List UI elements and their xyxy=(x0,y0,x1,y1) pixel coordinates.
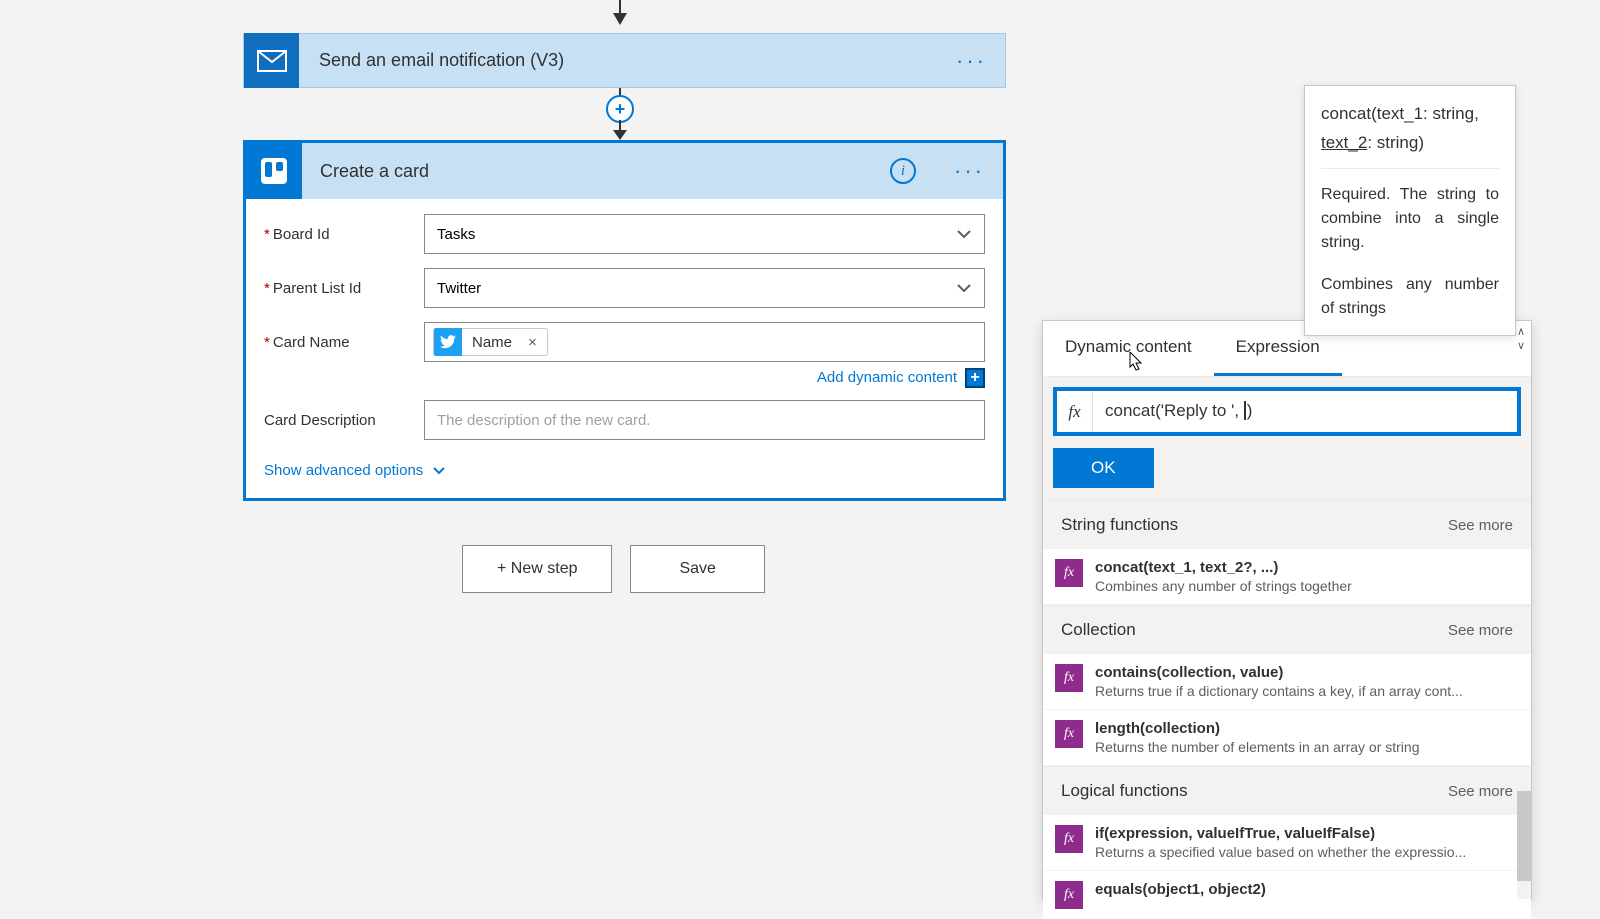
fx-badge-icon: fx xyxy=(1055,881,1083,909)
expression-input-row: fx concat('Reply to ', ) xyxy=(1053,387,1521,436)
create-card-form: *Board Id Tasks *Parent List Id Twitter … xyxy=(246,199,1003,498)
card-desc-label: Card Description xyxy=(264,412,424,429)
parent-list-select[interactable]: Twitter xyxy=(424,268,985,308)
ok-button[interactable]: OK xyxy=(1053,448,1154,488)
see-more-link[interactable]: See more xyxy=(1448,622,1513,639)
trello-icon xyxy=(246,143,302,199)
create-card-header[interactable]: Create a card i ··· xyxy=(246,143,1003,199)
add-dynamic-label: Add dynamic content xyxy=(817,369,957,386)
arrow-head-icon xyxy=(613,13,627,25)
arrow-head-icon xyxy=(613,130,627,140)
info-icon[interactable]: i xyxy=(890,158,916,184)
fx-badge-icon: fx xyxy=(1055,559,1083,587)
card-name-label: *Card Name xyxy=(264,334,424,351)
fx-badge-icon: fx xyxy=(1055,825,1083,853)
create-card-step: Create a card i ··· *Board Id Tasks *Par… xyxy=(243,140,1006,501)
token-remove-icon[interactable]: × xyxy=(522,334,543,351)
show-advanced-toggle[interactable]: Show advanced options xyxy=(264,454,985,483)
function-item[interactable]: fx length(collection)Returns the number … xyxy=(1043,710,1531,766)
tab-scroll-icons[interactable]: ∧∨ xyxy=(1517,325,1525,353)
token-label: Name xyxy=(462,334,522,351)
tooltip-required: Required. The string to combine into a s… xyxy=(1321,183,1499,255)
new-step-button[interactable]: + New step xyxy=(462,545,612,593)
tab-dynamic-content[interactable]: Dynamic content xyxy=(1043,321,1214,376)
card-name-input[interactable]: Name × xyxy=(424,322,985,362)
function-item[interactable]: fx contains(collection, value)Returns tr… xyxy=(1043,654,1531,710)
save-button[interactable]: Save xyxy=(630,545,764,593)
fx-badge-icon: fx xyxy=(1055,720,1083,748)
board-id-select[interactable]: Tasks xyxy=(424,214,985,254)
tooltip-signature: concat(text_1: string, text_2: string) xyxy=(1321,100,1499,169)
create-card-title: Create a card xyxy=(302,161,890,182)
email-step-card[interactable]: Send an email notification (V3) ··· xyxy=(243,33,1006,88)
add-dynamic-icon: + xyxy=(965,368,985,388)
email-step-title: Send an email notification (V3) xyxy=(299,50,938,71)
scrollbar-thumb[interactable] xyxy=(1517,791,1531,881)
parent-list-label: *Parent List Id xyxy=(264,280,424,297)
fx-badge-icon: fx xyxy=(1055,664,1083,692)
section-logical: Logical functions See more fx if(expressi… xyxy=(1043,766,1531,919)
chevron-down-icon xyxy=(956,229,972,239)
card-desc-input[interactable]: The description of the new card. xyxy=(424,400,985,440)
mail-icon xyxy=(244,33,299,88)
scrollbar[interactable] xyxy=(1517,791,1531,899)
section-title: Collection xyxy=(1061,620,1136,640)
function-item[interactable]: fx if(expression, valueIfTrue, valueIfFa… xyxy=(1043,815,1531,871)
section-string-functions: String functions See more fx concat(text_… xyxy=(1043,500,1531,605)
board-id-label: *Board Id xyxy=(264,226,424,243)
expression-input[interactable]: concat('Reply to ', ) xyxy=(1093,391,1517,432)
add-step-button[interactable]: + xyxy=(606,95,634,123)
expression-panel: Dynamic content Expression ∧∨ fx concat(… xyxy=(1042,320,1532,900)
section-title: Logical functions xyxy=(1061,781,1188,801)
create-card-more-icon[interactable]: ··· xyxy=(936,158,1003,184)
tooltip-description: Combines any number of strings xyxy=(1321,273,1499,321)
see-more-link[interactable]: See more xyxy=(1448,783,1513,800)
section-title: String functions xyxy=(1061,515,1178,535)
twitter-icon xyxy=(434,328,462,356)
add-dynamic-content[interactable]: Add dynamic content + xyxy=(264,368,985,388)
expression-tooltip: concat(text_1: string, text_2: string) R… xyxy=(1304,85,1516,336)
chevron-down-icon xyxy=(432,466,446,475)
section-collection: Collection See more fx contains(collectio… xyxy=(1043,605,1531,766)
function-item[interactable]: fx equals(object1, object2) xyxy=(1043,871,1531,919)
function-item[interactable]: fx concat(text_1, text_2?, ...)Combines … xyxy=(1043,549,1531,605)
email-step-more-icon[interactable]: ··· xyxy=(938,48,1005,74)
chevron-down-icon xyxy=(956,283,972,293)
dynamic-token[interactable]: Name × xyxy=(433,328,548,356)
fx-icon: fx xyxy=(1057,392,1093,432)
see-more-link[interactable]: See more xyxy=(1448,517,1513,534)
